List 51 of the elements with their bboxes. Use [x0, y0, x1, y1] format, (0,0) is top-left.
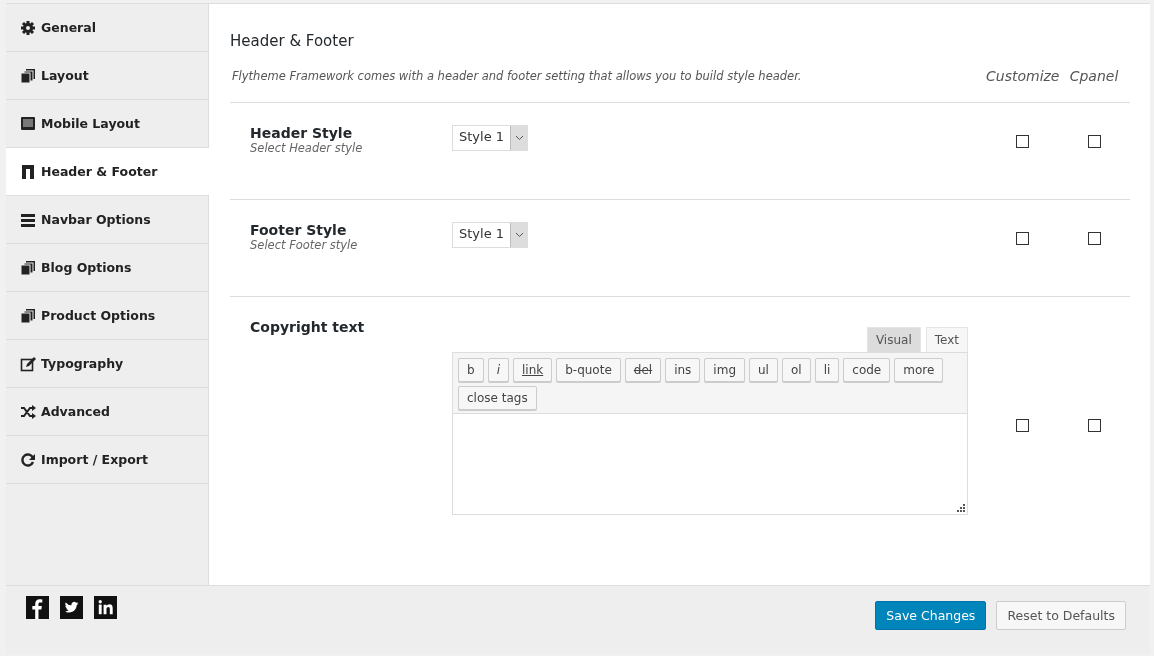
monitor-icon: [20, 115, 36, 132]
stack-icon: [20, 307, 36, 324]
quicktag-button[interactable]: img: [704, 358, 745, 382]
column-heading: Cpanel: [1068, 68, 1120, 84]
quicktag-button[interactable]: ins: [665, 358, 701, 382]
chevron-down-icon: [514, 232, 524, 238]
quicktag-button[interactable]: link: [512, 358, 553, 382]
option-hint: Select Header style: [250, 141, 364, 155]
quicktag-button[interactable]: ul: [749, 358, 778, 382]
shuffle-icon: [20, 403, 36, 420]
edit-icon: [20, 355, 36, 372]
checkbox[interactable]: [1015, 232, 1029, 245]
stack-icon: [20, 259, 36, 276]
checkbox[interactable]: [1087, 232, 1101, 245]
option-hint: Select Footer style: [250, 238, 359, 252]
quicktag-button[interactable]: close tags: [458, 386, 537, 410]
editor-tab[interactable]: Text: [925, 327, 968, 352]
quicktag-button[interactable]: li: [814, 358, 840, 382]
facebook-icon[interactable]: [26, 596, 49, 619]
style-select[interactable]: Style 1: [452, 125, 529, 151]
resize-grip-icon[interactable]: [957, 504, 965, 512]
quicktag-button[interactable]: b: [458, 358, 484, 382]
editor-tab[interactable]: Visual: [866, 327, 921, 352]
bird-icon[interactable]: [60, 596, 83, 619]
column-heading: Customize: [986, 68, 1058, 84]
menu-icon: [20, 211, 36, 228]
checkbox[interactable]: [1015, 135, 1029, 148]
quicktag-button[interactable]: del: [624, 358, 662, 382]
refresh-icon: [20, 451, 36, 468]
linkedin-icon[interactable]: [94, 596, 117, 619]
gear-icon: [20, 19, 36, 36]
chevron-down-icon: [514, 135, 524, 141]
reset-button[interactable]: Reset to Defaults: [996, 601, 1126, 630]
quicktag-button[interactable]: ol: [781, 358, 811, 382]
stack-icon: [20, 67, 36, 84]
bookmark-icon: [20, 163, 36, 180]
option-label: Footer Style: [250, 222, 348, 238]
quicktag-button[interactable]: i: [487, 358, 509, 382]
quicktag-button[interactable]: more: [894, 358, 944, 382]
quicktag-button[interactable]: b-quote: [556, 358, 621, 382]
section-title: Header & Footer: [230, 32, 355, 50]
checkbox[interactable]: [1087, 419, 1101, 432]
option-label: Header Style: [250, 125, 354, 141]
style-select[interactable]: Style 1: [452, 222, 529, 248]
quicktag-button[interactable]: code: [843, 358, 891, 382]
sidebar-item[interactable]: Header & Footer: [6, 148, 209, 196]
option-label: Copyright text: [250, 319, 366, 335]
checkbox[interactable]: [1087, 135, 1101, 148]
checkbox[interactable]: [1015, 419, 1029, 432]
section-description: Flytheme Framework comes with a header and footer setting that allows you to build style header.: [231, 69, 803, 83]
save-button[interactable]: Save Changes: [875, 601, 987, 630]
